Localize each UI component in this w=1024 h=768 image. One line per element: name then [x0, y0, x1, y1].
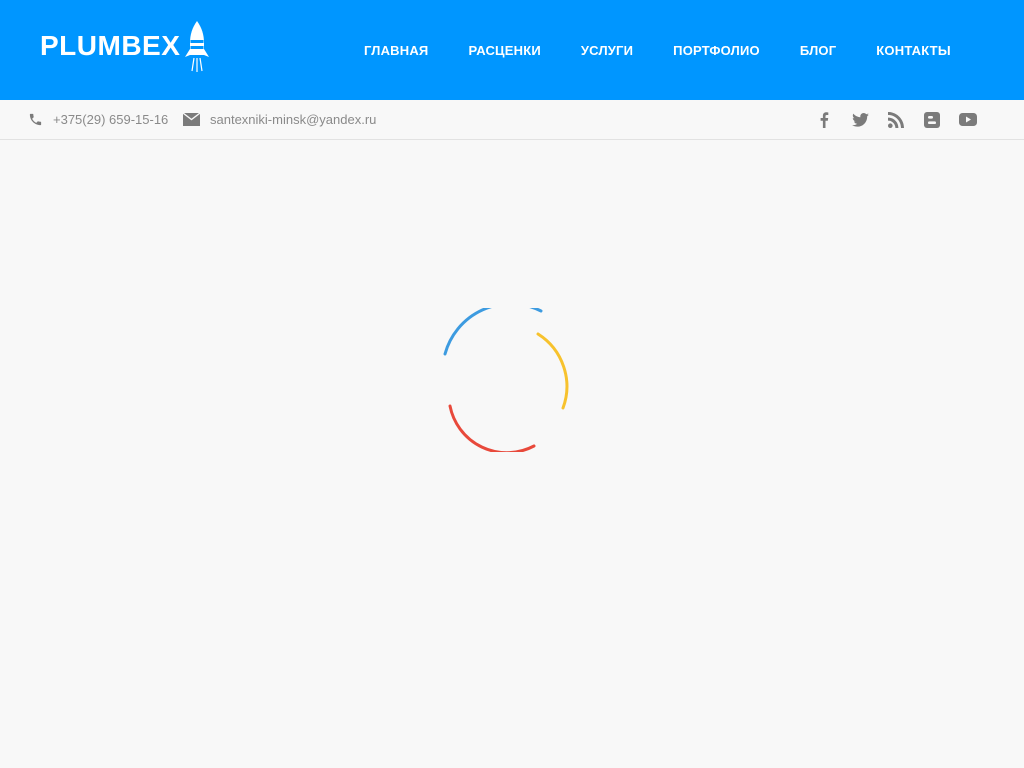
youtube-icon [959, 113, 977, 126]
blogger-link[interactable] [914, 102, 950, 138]
spinner-arc-red [448, 404, 536, 455]
twitter-icon [851, 112, 869, 127]
site-header: PLUMBEX ГЛАВНАЯ РАСЦЕНКИ УСЛУГИ ПОРТФОЛИ… [0, 0, 1024, 100]
nav-item-blog[interactable]: БЛОГ [780, 43, 856, 58]
nav-item-home[interactable]: ГЛАВНАЯ [344, 43, 448, 58]
blogger-icon [924, 111, 940, 128]
youtube-link[interactable] [950, 102, 986, 138]
envelope-icon [183, 113, 200, 126]
spinner-arc-blue [443, 302, 543, 356]
facebook-icon [820, 111, 829, 128]
phone-icon [29, 113, 42, 126]
twitter-link[interactable] [842, 102, 878, 138]
loading-spinner [442, 302, 572, 455]
nav-item-services[interactable]: УСЛУГИ [561, 43, 653, 58]
contact-bar: +375(29) 659-15-16 santexniki-minsk@yand… [0, 100, 1024, 140]
phone-number: +375(29) 659-15-16 [53, 112, 169, 127]
spinner-arc-yellow [536, 332, 569, 410]
email-link[interactable]: santexniki-minsk@yandex.ru [183, 100, 376, 139]
rss-icon [888, 111, 904, 128]
email-address: santexniki-minsk@yandex.ru [210, 112, 377, 127]
nav-item-prices[interactable]: РАСЦЕНКИ [448, 43, 560, 58]
rss-link[interactable] [878, 102, 914, 138]
social-links [806, 100, 986, 139]
logo-text: PLUMBEX [40, 30, 181, 61]
facebook-link[interactable] [806, 102, 842, 138]
rocket-icon [185, 21, 210, 72]
nav-item-portfolio[interactable]: ПОРТФОЛИО [653, 43, 780, 58]
logo[interactable]: PLUMBEX [40, 18, 210, 74]
phone-link[interactable]: +375(29) 659-15-16 [28, 100, 168, 139]
main-nav: ГЛАВНАЯ РАСЦЕНКИ УСЛУГИ ПОРТФОЛИО БЛОГ К… [344, 0, 971, 100]
nav-item-contacts[interactable]: КОНТАКТЫ [856, 43, 970, 58]
